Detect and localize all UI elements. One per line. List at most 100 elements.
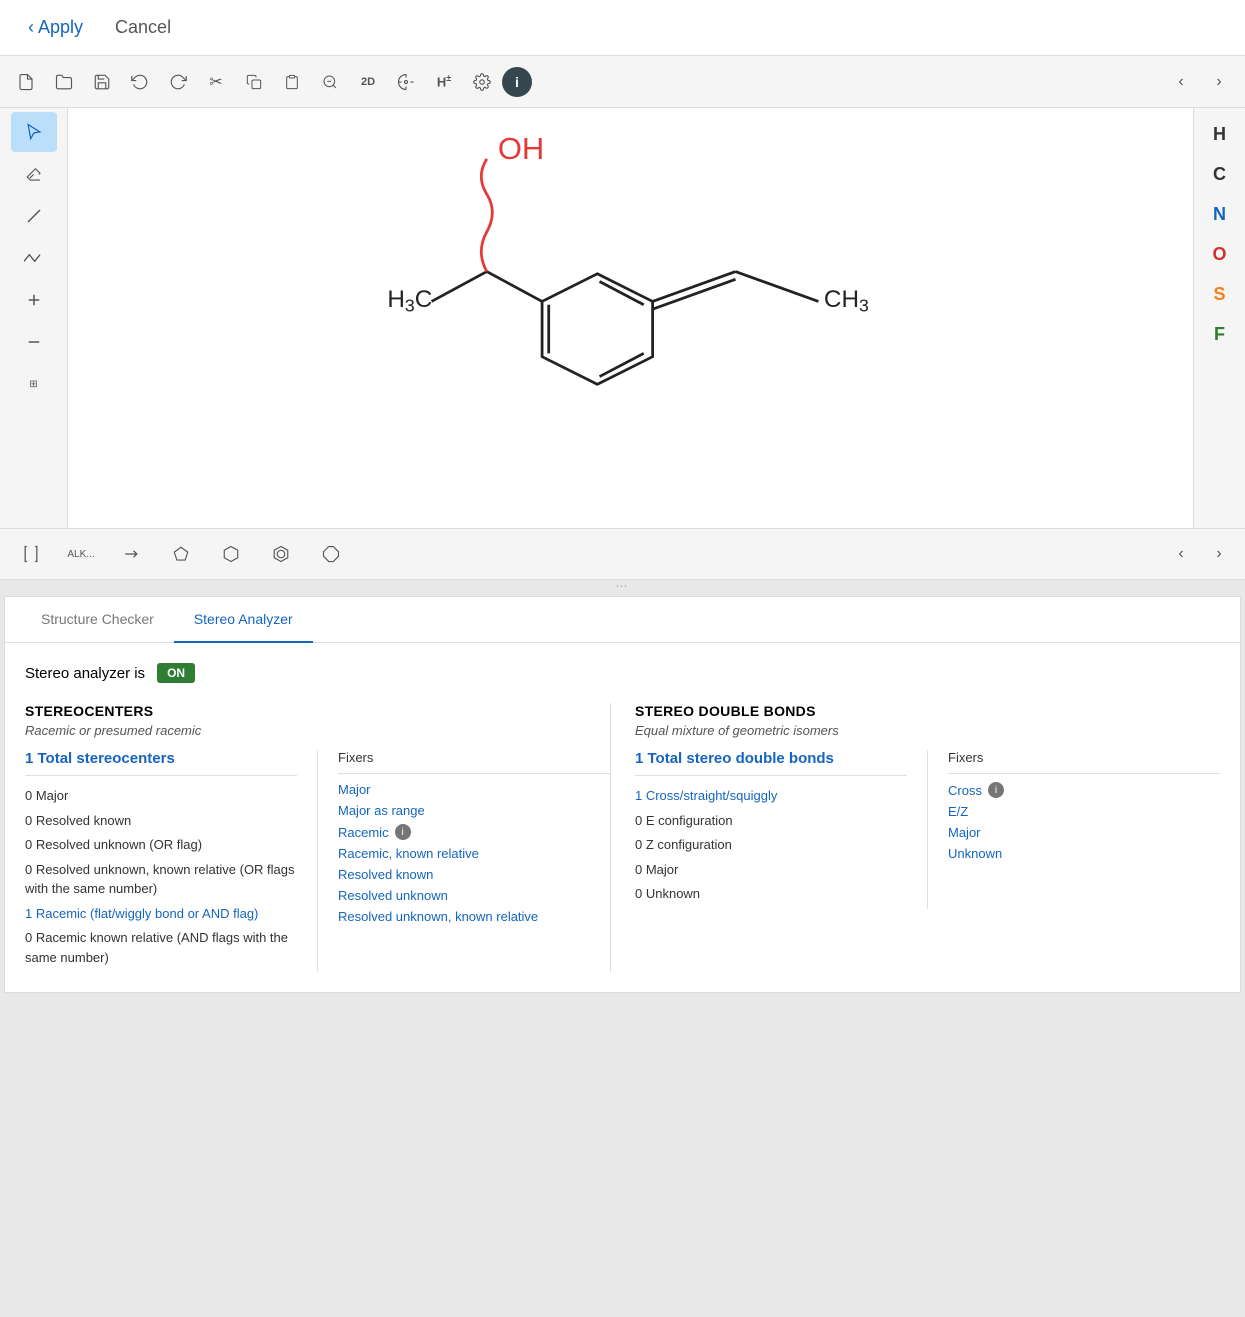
alkyl-tool[interactable]: ALK... <box>58 534 104 574</box>
stereo-double-bonds-section: STEREO DOUBLE BONDS Equal mixture of geo… <box>611 703 1220 972</box>
bottom-panel: Structure Checker Stereo Analyzer Stereo… <box>4 596 1241 993</box>
svg-text:CH3: CH3 <box>824 286 869 315</box>
element-H-button[interactable]: H <box>1200 116 1240 152</box>
stereocenters-title: STEREOCENTERS <box>25 703 610 719</box>
copy-button[interactable] <box>236 64 272 100</box>
bottom-nav-left[interactable]: ‹ <box>1163 536 1199 572</box>
element-S-button[interactable]: S <box>1200 276 1240 312</box>
stereo-double-bonds-stats: 1 Total stereo double bonds 1 Cross/stra… <box>635 750 928 909</box>
stereocenters-fixers-label: Fixers <box>338 750 610 774</box>
apply-label: Apply <box>38 17 83 38</box>
stereo-double-bonds-fixers: Fixers Cross i E/Z Major Unknown <box>928 750 1220 909</box>
fixer-racemic-known-relative[interactable]: Racemic, known relative <box>338 846 610 861</box>
cut-button[interactable]: ✂ <box>198 64 234 100</box>
top-bar: ‹ Apply Cancel <box>0 0 1245 56</box>
total-stereocenters[interactable]: 1 Total stereocenters <box>25 750 297 776</box>
fixer-major[interactable]: Major <box>338 782 610 797</box>
fixer-resolved-unknown[interactable]: Resolved unknown <box>338 888 610 903</box>
canvas-area[interactable]: H3C OH CH3 <box>68 108 1193 528</box>
molecule-structure: H3C OH CH3 <box>68 108 1193 528</box>
stat-resolved-unknown-or: 0 Resolved unknown (OR flag) <box>25 835 297 855</box>
element-C-button[interactable]: C <box>1200 156 1240 192</box>
query-button[interactable] <box>388 64 424 100</box>
stat-racemic-known: 0 Racemic known relative (AND flags with… <box>25 928 297 967</box>
bottom-tools: ALK... ‹ › <box>0 528 1245 580</box>
stereo-toggle[interactable]: ON <box>157 663 195 683</box>
left-tools: ⊞ <box>0 108 68 528</box>
stereocenters-subtitle: Racemic or presumed racemic <box>25 723 610 738</box>
right-element-panel: H C N O S F <box>1193 108 1245 528</box>
stereocenters-section: STEREOCENTERS Racemic or presumed racemi… <box>25 703 611 972</box>
save-file-button[interactable] <box>84 64 120 100</box>
fixer-unknown[interactable]: Unknown <box>948 846 1220 861</box>
editor-container: ⊞ H3C OH CH3 H <box>0 108 1245 528</box>
total-stereo-double-bonds[interactable]: 1 Total stereo double bonds <box>635 750 907 776</box>
search-button[interactable] <box>312 64 348 100</box>
fixer-resolved-unknown-known-relative[interactable]: Resolved unknown, known relative <box>338 909 610 924</box>
template-tool[interactable]: ⊞ <box>11 364 57 404</box>
chain-tool[interactable] <box>11 238 57 278</box>
redo-button[interactable] <box>160 64 196 100</box>
arrow-tool[interactable] <box>108 534 154 574</box>
cross-info-icon[interactable]: i <box>988 782 1004 798</box>
panel-two-sections: STEREOCENTERS Racemic or presumed racemi… <box>25 703 1220 972</box>
tab-structure-checker[interactable]: Structure Checker <box>21 597 174 643</box>
racemic-info-icon[interactable]: i <box>395 824 411 840</box>
stereo-double-bonds-fixers-label: Fixers <box>948 750 1220 774</box>
nav-left-button[interactable]: ‹ <box>1163 64 1199 100</box>
open-file-button[interactable] <box>46 64 82 100</box>
bottom-tools-nav: ‹ › <box>1163 536 1237 572</box>
stat-resolved-unknown-known: 0 Resolved unknown, known relative (OR f… <box>25 860 297 899</box>
minus-tool[interactable] <box>11 322 57 362</box>
2d-button[interactable]: 2D <box>350 64 386 100</box>
fixer-racemic[interactable]: Racemic i <box>338 824 610 840</box>
nav-right-button[interactable]: › <box>1201 64 1237 100</box>
stat-resolved-known: 0 Resolved known <box>25 811 297 831</box>
element-O-button[interactable]: O <box>1200 236 1240 272</box>
apply-button[interactable]: ‹ Apply <box>12 9 99 46</box>
fixer-cross[interactable]: Cross i <box>948 782 1220 798</box>
chevron-left-icon: ‹ <box>28 17 34 38</box>
resize-icon: ⋯ <box>616 579 630 593</box>
new-file-button[interactable] <box>8 64 44 100</box>
fixer-major-as-range[interactable]: Major as range <box>338 803 610 818</box>
bottom-nav-right[interactable]: › <box>1201 536 1237 572</box>
stereocenters-stats-fixers: 1 Total stereocenters 0 Major 0 Resolved… <box>25 750 610 972</box>
stat-e-config: 0 E configuration <box>635 811 907 831</box>
hexagon-tool[interactable] <box>208 534 254 574</box>
tab-stereo-analyzer[interactable]: Stereo Analyzer <box>174 597 313 643</box>
cancel-button[interactable]: Cancel <box>99 9 187 46</box>
benzene-tool[interactable] <box>258 534 304 574</box>
hydrogen-button[interactable]: H± <box>426 64 462 100</box>
stereo-double-bonds-title: STEREO DOUBLE BONDS <box>635 703 1220 719</box>
stereocenters-stats: 1 Total stereocenters 0 Major 0 Resolved… <box>25 750 318 972</box>
undo-button[interactable] <box>122 64 158 100</box>
bracket-tool[interactable] <box>8 534 54 574</box>
pentagon-tool[interactable] <box>158 534 204 574</box>
settings-button[interactable] <box>464 64 500 100</box>
element-N-button[interactable]: N <box>1200 196 1240 232</box>
stereo-analyzer-label: Stereo analyzer is <box>25 665 145 682</box>
info-button[interactable]: i <box>502 67 532 97</box>
fixer-ez[interactable]: E/Z <box>948 804 1220 819</box>
stat-unknown-db: 0 Unknown <box>635 884 907 904</box>
stat-major: 0 Major <box>25 786 297 806</box>
fixer-major-db[interactable]: Major <box>948 825 1220 840</box>
element-F-button[interactable]: F <box>1200 316 1240 352</box>
stereocenters-fixers: Fixers Major Major as range Racemic i Ra… <box>318 750 610 972</box>
stat-major-db: 0 Major <box>635 860 907 880</box>
stereo-double-bonds-subtitle: Equal mixture of geometric isomers <box>635 723 1220 738</box>
bond-tool[interactable] <box>11 196 57 236</box>
stat-racemic: 1 Racemic (flat/wiggly bond or AND flag) <box>25 904 297 924</box>
erase-tool[interactable] <box>11 154 57 194</box>
fixer-resolved-known[interactable]: Resolved known <box>338 867 610 882</box>
octagon-tool[interactable] <box>308 534 354 574</box>
resize-handle[interactable]: ⋯ <box>0 580 1245 592</box>
bottom-tools-left: ALK... <box>8 534 354 574</box>
paste-button[interactable] <box>274 64 310 100</box>
select-tool[interactable] <box>11 112 57 152</box>
cancel-label: Cancel <box>115 17 171 37</box>
plus-tool[interactable] <box>11 280 57 320</box>
stereo-double-bonds-stats-fixers: 1 Total stereo double bonds 1 Cross/stra… <box>635 750 1220 909</box>
stereo-header: Stereo analyzer is ON <box>25 663 1220 683</box>
